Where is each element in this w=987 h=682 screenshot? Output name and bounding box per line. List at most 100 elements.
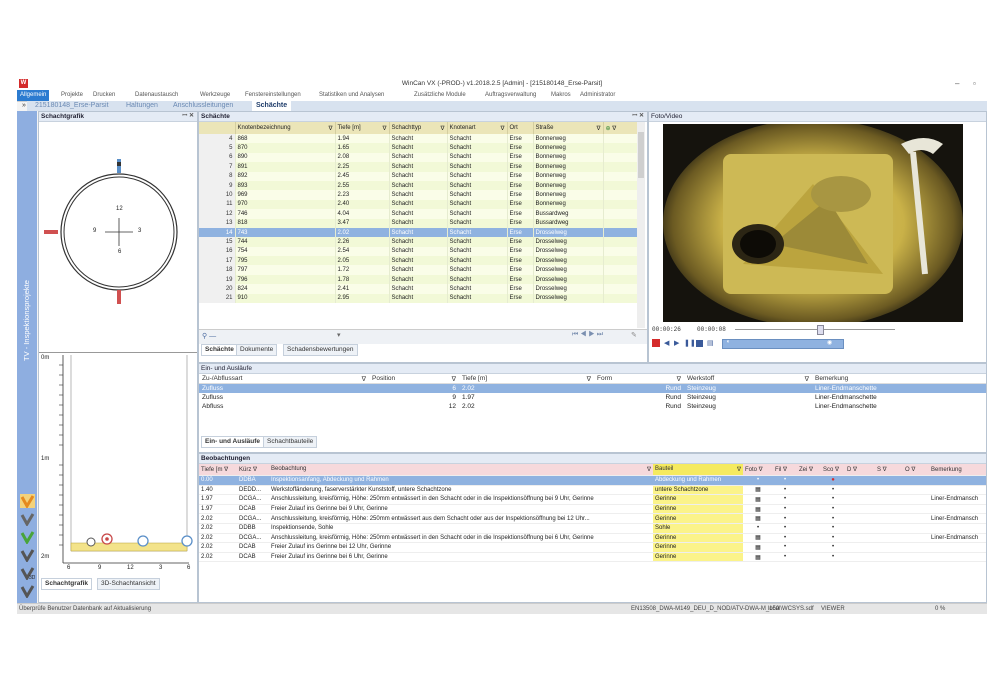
table-row[interactable]: 8 892 2.45 Schacht Schacht Erse Bonnerweg bbox=[199, 171, 637, 181]
header-zeit[interactable]: Zei ∇ bbox=[797, 464, 821, 476]
play-back-button[interactable]: ◀ bbox=[664, 339, 669, 347]
ribbon-tab-fenstereinstellungen[interactable]: Fenstereinstellungen bbox=[245, 92, 301, 98]
header-schachttyp[interactable]: Schachttyp ∇ bbox=[389, 122, 448, 134]
doc-tab-haltungen[interactable]: Haltungen bbox=[126, 102, 158, 109]
header-filter-icons[interactable]: ⊕ ∇ bbox=[603, 122, 637, 134]
header-position[interactable]: Position ∇ bbox=[369, 374, 459, 384]
v-logo-icon-dark[interactable] bbox=[20, 548, 35, 563]
nav-buttons[interactable]: ⏮◀▶⏭ bbox=[572, 331, 605, 339]
video-seek-track[interactable] bbox=[735, 329, 895, 330]
header-d[interactable]: D ∇ bbox=[845, 464, 875, 476]
header-beobachtung[interactable]: Beobachtung ∇ bbox=[269, 464, 653, 476]
doc-tab-project[interactable]: 215180148_Erse-Parsit bbox=[35, 102, 109, 109]
table-row[interactable]: 9 893 2.55 Schacht Schacht Erse Bonnerweg bbox=[199, 180, 637, 191]
v-logo-icon-gray[interactable] bbox=[20, 512, 35, 527]
panel-close-icon[interactable]: ꟷ ✕ bbox=[182, 112, 194, 121]
table-row[interactable]: 2.02 DCGA... Anschlussleitung, kreisförmig… bbox=[199, 513, 986, 524]
inspection-video-frame[interactable] bbox=[663, 124, 963, 322]
table-row[interactable]: 6 890 2.08 Schacht Schacht Erse Bonnerweg bbox=[199, 152, 637, 163]
scrollbar-thumb[interactable] bbox=[638, 132, 644, 178]
table-row[interactable]: Zufluss 9 1.97 Rund Steinzeug Liner-Endmansch… bbox=[199, 393, 986, 402]
edit-pencil-icon[interactable]: ✎ bbox=[631, 331, 637, 339]
header-kuerzel[interactable]: Kürz ∇ bbox=[237, 464, 269, 476]
snapshot-icon[interactable]: ▤ bbox=[707, 339, 714, 347]
table-row[interactable]: 21 910 2.95 Schacht Schacht Erse Drosselweg bbox=[199, 293, 637, 304]
tab-3d-schachtansicht[interactable]: 3D-Schachtansicht bbox=[97, 578, 160, 590]
table-row[interactable]: 5 870 1.65 Schacht Schacht Erse Bonnerweg bbox=[199, 143, 637, 153]
tab-schachtbauteile[interactable]: Schachtbauteile bbox=[263, 436, 318, 448]
tab-schachtgrafik[interactable]: Schachtgrafik bbox=[41, 578, 92, 590]
table-row[interactable]: 15 744 2.26 Schacht Schacht Erse Drosselweg bbox=[199, 237, 637, 247]
table-row[interactable]: 19 796 1.78 Schacht Schacht Erse Drosselweg bbox=[199, 274, 637, 285]
header-tiefe[interactable]: Tiefe [m ∇ bbox=[199, 464, 237, 476]
ribbon-tab-allgemein[interactable]: Allgemein bbox=[17, 90, 50, 101]
table-row[interactable]: 14 743 2.02 Schacht Schacht Erse Drosselweg bbox=[199, 227, 637, 238]
header-knotenart[interactable]: Knotenart ∇ bbox=[447, 122, 508, 134]
record-stop-button[interactable] bbox=[652, 339, 660, 347]
table-row[interactable]: 18 797 1.72 Schacht Schacht Erse Drosselweg bbox=[199, 265, 637, 275]
header-film[interactable]: Fil ∇ bbox=[773, 464, 797, 476]
header-zuabflussart[interactable]: Zu-/Abflussart ∇ bbox=[199, 374, 369, 384]
schaechte-scrollbar[interactable] bbox=[637, 122, 645, 328]
restore-icon[interactable]: ▫ bbox=[973, 79, 976, 88]
table-row[interactable]: Zufluss 6 2.02 Rund Steinzeug Liner-Endmansch… bbox=[199, 383, 986, 393]
table-row[interactable]: 12 746 4.04 Schacht Schacht Erse Bussardweg bbox=[199, 209, 637, 219]
beobachtungen-table[interactable]: Tiefe [m ∇ Kürz ∇ Beobachtung ∇ Bauteil ∇ … bbox=[199, 464, 986, 563]
stop-button[interactable] bbox=[696, 340, 703, 347]
filter-dropdown[interactable]: ⚲ — bbox=[202, 332, 216, 340]
volume-knob-icon[interactable]: ◉ bbox=[827, 339, 832, 346]
einauslaeufe-table[interactable]: Zu-/Abflussart ∇ Position ∇ Tiefe [m] ∇ For… bbox=[199, 374, 986, 411]
doc-tab-anschlussleitungen[interactable]: Anschlussleitungen bbox=[173, 102, 233, 109]
table-row[interactable]: Abfluss 12 2.02 Rund Steinzeug Liner-Endmansc… bbox=[199, 402, 986, 411]
header-werkstoff[interactable]: Werkstoff ∇ bbox=[684, 374, 812, 384]
v-logo-icon-green[interactable] bbox=[20, 530, 35, 545]
header-form[interactable]: Form ∇ bbox=[594, 374, 684, 384]
ribbon-tab-makros[interactable]: Makros bbox=[551, 92, 571, 98]
header-strasse[interactable]: Straße ∇ bbox=[533, 122, 604, 134]
header-tiefe[interactable]: Tiefe [m] ∇ bbox=[459, 374, 594, 384]
table-row[interactable]: 1.97 DCGA... Anschlussleitung, kreisförmig… bbox=[199, 494, 986, 505]
header-knotenbezeichnung[interactable]: Knotenbezeichnung ∇ bbox=[235, 122, 336, 134]
table-row[interactable]: 7 891 2.25 Schacht Schacht Erse Bonnerweg bbox=[199, 162, 637, 172]
ribbon-tab-auftragsverwaltung[interactable]: Auftragsverwaltung bbox=[485, 92, 536, 98]
tabs-overflow-icon[interactable]: » bbox=[22, 102, 26, 109]
ribbon-tab-statistiken[interactable]: Statistiken und Analysen bbox=[319, 92, 384, 98]
minimize-icon[interactable]: – bbox=[955, 79, 959, 88]
schaechte-close-icon[interactable]: ꟷ ✕ bbox=[632, 112, 644, 121]
table-row[interactable]: 4 868 1.94 Schacht Schacht Erse Bonnerweg bbox=[199, 134, 637, 144]
tab-dokumente[interactable]: Dokumente bbox=[236, 344, 278, 356]
table-row[interactable]: 10 969 2.23 Schacht Schacht Erse Bonnerweg bbox=[199, 190, 637, 200]
table-row[interactable]: 0.00 DDBA Inspektionsanfang, Abdeckung und… bbox=[199, 475, 986, 486]
tab-schadensbewertungen[interactable]: Schadensbewertungen bbox=[283, 344, 358, 356]
v-logo-icon-orange[interactable] bbox=[20, 494, 35, 509]
header-o[interactable]: O ∇ bbox=[903, 464, 929, 476]
video-seek-handle[interactable] bbox=[817, 325, 824, 335]
header-ort[interactable]: Ort bbox=[507, 122, 534, 134]
table-row[interactable]: 2.02 DCAB Freier Zulauf ins Gerinne bei 6 … bbox=[199, 552, 986, 563]
header-bemerkung[interactable]: Bemerkung bbox=[929, 464, 986, 476]
table-row[interactable]: 2.02 DDBB Inspektionsende, Sohle Sohle • • • bbox=[199, 523, 986, 534]
header-s[interactable]: S ∇ bbox=[875, 464, 903, 476]
tab-schaechte[interactable]: Schächte bbox=[201, 344, 238, 356]
table-row[interactable]: 11 970 2.40 Schacht Schacht Erse Bonnerweg bbox=[199, 199, 637, 210]
header-bemerkung[interactable]: Bemerkung bbox=[812, 374, 986, 384]
doc-tab-schaechte[interactable]: Schächte bbox=[252, 101, 292, 111]
header-score[interactable]: Sco ∇ bbox=[821, 464, 845, 476]
dropdown-chevron-icon[interactable]: ▾ bbox=[337, 331, 341, 339]
ribbon-tab-administrator[interactable]: Administrator bbox=[580, 92, 615, 98]
table-row[interactable]: 16 754 2.54 Schacht Schacht Erse Drosselweg bbox=[199, 246, 637, 257]
header-foto[interactable]: Foto ∇ bbox=[743, 464, 773, 476]
table-row[interactable]: 17 795 2.05 Schacht Schacht Erse Drosselweg bbox=[199, 256, 637, 266]
ribbon-tab-datenaustausch[interactable]: Datenaustausch bbox=[135, 92, 178, 98]
table-row[interactable]: 20 824 2.41 Schacht Schacht Erse Drosselweg bbox=[199, 284, 637, 294]
header-bauteil[interactable]: Bauteil ∇ bbox=[653, 464, 743, 476]
volume-slider[interactable] bbox=[722, 339, 844, 349]
ribbon-tab-drucken[interactable]: Drucken bbox=[93, 92, 115, 98]
header-tiefe[interactable]: Tiefe [m] ∇ bbox=[335, 122, 390, 134]
ribbon-tab-module[interactable]: Zusätzliche Module bbox=[414, 92, 466, 98]
ribbon-tab-projekte[interactable]: Projekte bbox=[61, 92, 83, 98]
ribbon-tab-werkzeuge[interactable]: Werkzeuge bbox=[200, 92, 230, 98]
table-row[interactable]: 1.97 DCAB Freier Zulauf ins Gerinne bei 9 … bbox=[199, 504, 986, 515]
schaechte-grid[interactable]: Knotenbezeichnung ∇ Tiefe [m] ∇ Schachttyp… bbox=[199, 122, 637, 328]
pause-button[interactable]: ❚❚ bbox=[684, 339, 696, 347]
